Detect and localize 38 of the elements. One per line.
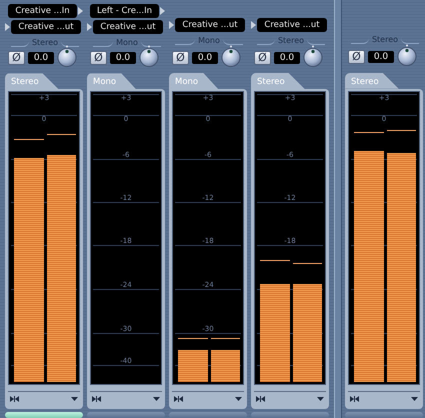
output-route-display[interactable]: Creative ...ut bbox=[175, 18, 245, 32]
arrow-icon bbox=[5, 23, 10, 31]
volume-value[interactable]: 0.0 bbox=[110, 52, 136, 64]
knob[interactable] bbox=[57, 45, 77, 68]
dropdown-icon[interactable] bbox=[235, 396, 242, 401]
channel-mode-label: Stereo bbox=[276, 36, 306, 46]
channel-mode-label: Stereo bbox=[370, 34, 400, 44]
channel-mode-label: Stereo bbox=[30, 38, 60, 47]
knob[interactable] bbox=[221, 44, 241, 67]
arrow-icon bbox=[251, 21, 256, 30]
bowtie-icon[interactable] bbox=[92, 396, 101, 402]
output-route-display[interactable]: Creative ...ut bbox=[257, 18, 327, 32]
output-route-display[interactable]: Creative ...ut bbox=[11, 20, 81, 34]
bowtie-icon[interactable] bbox=[174, 396, 183, 402]
bowtie-icon[interactable] bbox=[256, 396, 265, 402]
phase-button[interactable]: Ø bbox=[90, 51, 107, 66]
volume-value[interactable]: 0.0 bbox=[368, 51, 394, 64]
dropdown-icon[interactable] bbox=[411, 396, 418, 401]
bowtie-icon[interactable] bbox=[10, 396, 19, 402]
knob[interactable] bbox=[397, 44, 417, 66]
channel-mode-label: Mono bbox=[115, 38, 139, 47]
channel-mode-label: Mono bbox=[197, 36, 221, 46]
phase-button[interactable]: Ø bbox=[348, 50, 365, 64]
bowtie-icon[interactable] bbox=[350, 396, 359, 402]
dropdown-icon[interactable] bbox=[153, 397, 160, 402]
dropdown-icon[interactable] bbox=[71, 397, 78, 402]
input-route-display[interactable]: Left - Cre...In bbox=[90, 4, 159, 18]
volume-value[interactable]: 0.0 bbox=[274, 52, 300, 64]
input-route-display[interactable]: Creative ...In bbox=[8, 4, 77, 18]
phase-button[interactable]: Ø bbox=[254, 50, 271, 65]
output-route-display[interactable]: Creative ...ut bbox=[93, 20, 163, 34]
phase-button[interactable]: Ø bbox=[172, 50, 189, 65]
phase-button[interactable]: Ø bbox=[8, 51, 25, 66]
volume-value[interactable]: 0.0 bbox=[192, 52, 218, 64]
knob[interactable] bbox=[303, 44, 323, 67]
volume-value[interactable]: 0.0 bbox=[28, 52, 54, 64]
knob[interactable] bbox=[139, 45, 159, 68]
dropdown-icon[interactable] bbox=[317, 396, 324, 401]
